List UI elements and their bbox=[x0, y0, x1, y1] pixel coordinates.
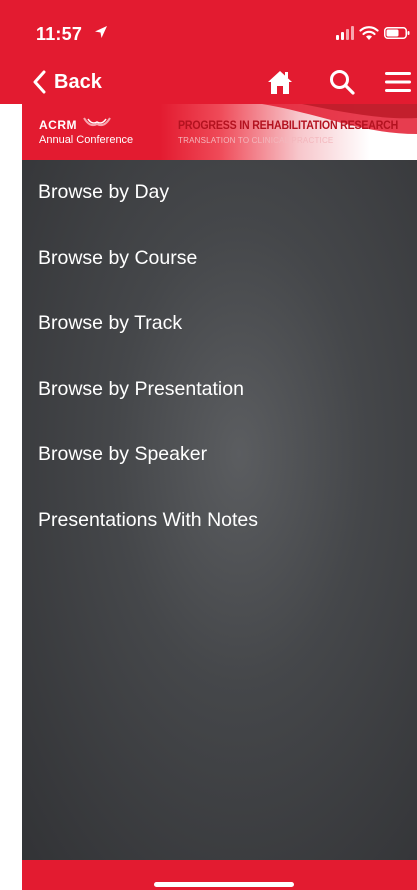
browse-menu-list: Browse by Day Browse by Course Browse by… bbox=[22, 160, 417, 553]
status-bar: 11:57 bbox=[0, 0, 417, 60]
menu-item-label: Browse by Speaker bbox=[38, 443, 208, 466]
browse-menu-panel: Browse by Day Browse by Course Browse by… bbox=[22, 160, 417, 860]
wifi-icon bbox=[359, 26, 379, 40]
banner-tagline: TRANSLATION TO CLINICAL PRACTICE bbox=[178, 136, 334, 145]
hamburger-menu-icon[interactable] bbox=[384, 68, 412, 96]
home-icon[interactable] bbox=[266, 68, 294, 96]
left-margin bbox=[0, 104, 22, 890]
banner-subtitle: Annual Conference bbox=[39, 134, 134, 146]
conference-banner: ACRM Annual Conference PROGRESS IN REHAB… bbox=[22, 104, 417, 160]
home-indicator[interactable] bbox=[154, 882, 294, 887]
navigation-bar: Back bbox=[0, 60, 417, 104]
back-button[interactable]: Back bbox=[32, 66, 102, 98]
menu-item-browse-by-speaker[interactable]: Browse by Speaker bbox=[22, 422, 417, 488]
banner-org-name: ACRM bbox=[39, 118, 77, 132]
chevron-left-icon bbox=[33, 70, 46, 94]
menu-item-label: Browse by Day bbox=[38, 181, 170, 204]
status-time: 11:57 bbox=[36, 24, 83, 44]
search-icon[interactable] bbox=[328, 68, 356, 96]
banner-title: PROGRESS IN REHABILITATION RESEARCH bbox=[178, 120, 399, 132]
cellular-signal-icon bbox=[336, 26, 354, 40]
menu-item-browse-by-day[interactable]: Browse by Day bbox=[22, 160, 417, 226]
menu-item-label: Browse by Presentation bbox=[38, 377, 244, 400]
menu-item-browse-by-course[interactable]: Browse by Course bbox=[22, 226, 417, 292]
acrm-logo-icon bbox=[83, 117, 111, 127]
menu-item-label: Browse by Course bbox=[38, 246, 198, 269]
menu-item-browse-by-track[interactable]: Browse by Track bbox=[22, 291, 417, 357]
banner-swoosh-decoration bbox=[262, 104, 417, 134]
menu-item-label: Presentations With Notes bbox=[38, 508, 259, 531]
menu-item-label: Browse by Track bbox=[38, 312, 183, 335]
back-label: Back bbox=[54, 70, 102, 93]
battery-icon bbox=[384, 27, 410, 39]
location-arrow-icon bbox=[95, 26, 107, 38]
menu-item-browse-by-presentation[interactable]: Browse by Presentation bbox=[22, 357, 417, 423]
menu-item-presentations-with-notes[interactable]: Presentations With Notes bbox=[22, 488, 417, 554]
